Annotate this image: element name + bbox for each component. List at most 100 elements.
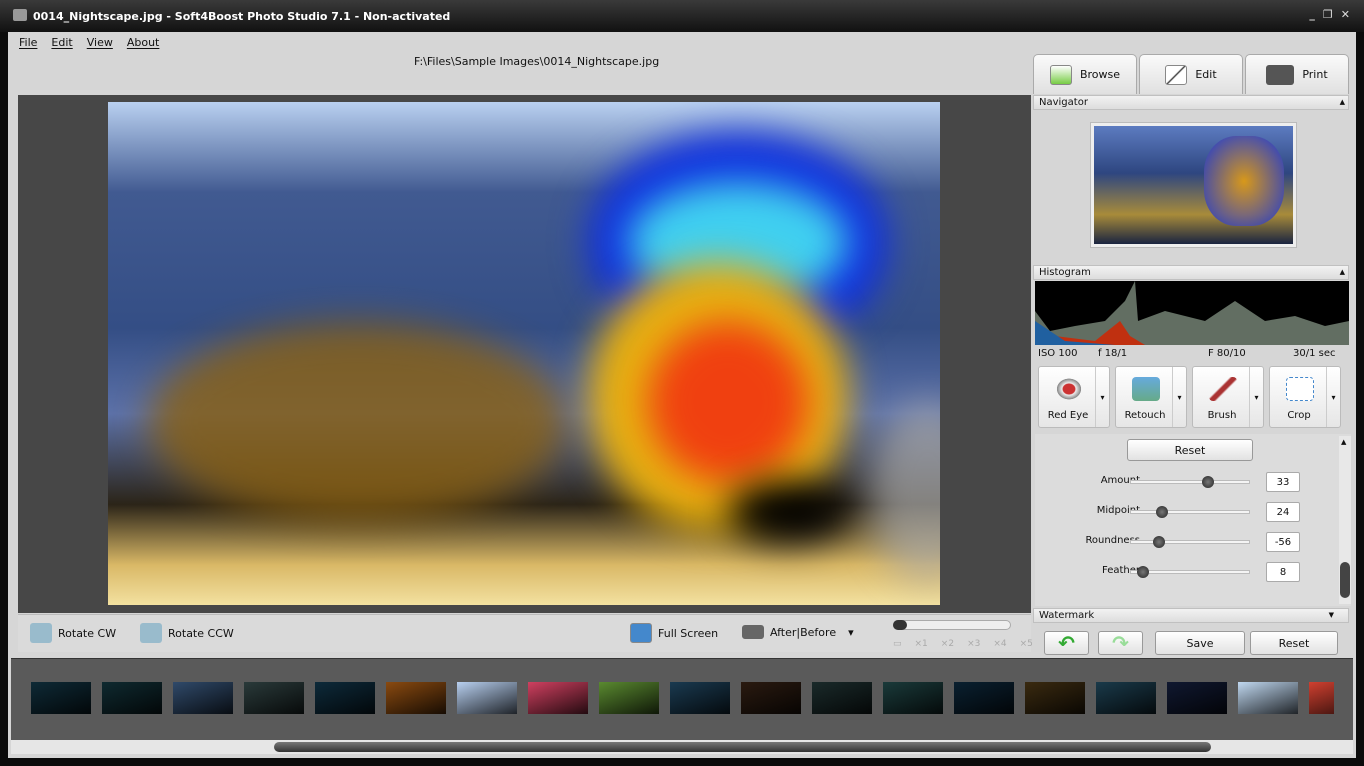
after-before-dropdown-icon[interactable]: ▾ — [848, 626, 854, 639]
undo-button[interactable]: ↶ — [1044, 631, 1089, 655]
tab-print[interactable]: Print — [1245, 54, 1349, 94]
zoom-slider-thumb[interactable] — [893, 620, 907, 630]
full-screen-icon — [630, 623, 652, 643]
rotate-cw-button[interactable]: Rotate CW — [30, 623, 116, 643]
filmstrip-thumbnail[interactable] — [883, 682, 943, 714]
image-viewer[interactable] — [18, 95, 1031, 613]
close-button[interactable]: ✕ — [1341, 8, 1350, 21]
filmstrip-thumbnail[interactable] — [1167, 682, 1227, 714]
brush-icon — [1209, 377, 1237, 401]
histogram-header[interactable]: Histogram ▲ — [1033, 265, 1349, 280]
menu-view[interactable]: View — [87, 36, 113, 49]
filmstrip-thumbnail[interactable] — [741, 682, 801, 714]
filmstrip-thumbnail[interactable] — [1238, 682, 1298, 714]
scrollbar-thumb[interactable] — [274, 742, 1211, 752]
filmstrip-thumbnail[interactable] — [670, 682, 730, 714]
filmstrip-thumbnail[interactable] — [173, 682, 233, 714]
tab-label: Print — [1302, 68, 1328, 81]
tool-settings: Reset Amount 33 Midpoint 24 Roundness -56 F… — [1035, 434, 1351, 606]
exif-aperture: f 18/1 — [1098, 348, 1128, 359]
reset-button[interactable]: Reset — [1250, 631, 1338, 655]
photo-canvas[interactable] — [108, 102, 940, 605]
tab-edit[interactable]: Edit — [1139, 54, 1243, 94]
midpoint-value-field[interactable]: 24 — [1266, 502, 1300, 522]
filmstrip-thumbnail[interactable] — [31, 682, 91, 714]
exif-iso: ISO 100 — [1038, 348, 1078, 359]
menu-bar: File Edit View About — [19, 36, 159, 49]
zoom-fit[interactable]: ▭ — [893, 639, 902, 649]
tab-browse[interactable]: Browse — [1033, 54, 1137, 94]
zoom-x1[interactable]: ×1 — [915, 639, 928, 649]
maximize-button[interactable]: ❐ — [1323, 8, 1333, 21]
feather-slider[interactable] — [1130, 566, 1250, 578]
crop-tool[interactable]: Crop ▾ — [1269, 366, 1341, 428]
retouch-tool[interactable]: Retouch ▾ — [1115, 366, 1187, 428]
app-icon — [13, 9, 27, 21]
tool-label: Retouch — [1124, 410, 1166, 421]
collapse-icon[interactable]: ▲ — [1340, 266, 1345, 279]
slider-thumb[interactable] — [1201, 476, 1214, 488]
menu-file[interactable]: File — [19, 36, 37, 49]
expand-icon[interactable]: ▼ — [1329, 609, 1334, 622]
collapse-icon[interactable]: ▲ — [1340, 96, 1345, 109]
feather-value-field[interactable]: 8 — [1266, 562, 1300, 582]
amount-slider[interactable] — [1130, 476, 1250, 488]
filmstrip-thumbnail[interactable] — [1025, 682, 1085, 714]
slider-thumb[interactable] — [1153, 536, 1166, 548]
image-toolbar: Rotate CW Rotate CCW Full Screen After|B… — [18, 614, 1033, 652]
menu-edit[interactable]: Edit — [51, 36, 72, 49]
zoom-x3[interactable]: ×3 — [967, 639, 980, 649]
save-button[interactable]: Save — [1155, 631, 1245, 655]
pen-icon — [1165, 64, 1188, 85]
midpoint-slider[interactable] — [1130, 506, 1250, 518]
tool-label: Brush — [1207, 410, 1237, 421]
roundness-value-field[interactable]: -56 — [1266, 532, 1300, 552]
filmstrip-thumbnail[interactable] — [386, 682, 446, 714]
filmstrip-thumbnail[interactable] — [102, 682, 162, 714]
watermark-header[interactable]: Watermark ▼ — [1033, 608, 1349, 623]
red-eye-icon — [1055, 377, 1083, 401]
rotate-ccw-button[interactable]: Rotate CCW — [140, 623, 234, 643]
zoom-x2[interactable]: ×2 — [941, 639, 954, 649]
menu-about[interactable]: About — [127, 36, 160, 49]
navigator-header[interactable]: Navigator ▲ — [1033, 95, 1349, 110]
navigator-preview[interactable] — [1090, 122, 1297, 248]
zoom-x5[interactable]: ×5 — [1020, 639, 1033, 649]
settings-scrollbar[interactable]: ▲ — [1339, 436, 1351, 604]
rotate-cw-label: Rotate CW — [58, 626, 117, 640]
filmstrip-thumbnail[interactable] — [1309, 682, 1334, 714]
settings-reset-button[interactable]: Reset — [1127, 439, 1253, 461]
tool-buttons: Red Eye ▾ Retouch ▾ Brush ▾ Crop ▾ — [1038, 366, 1341, 428]
slider-thumb[interactable] — [1136, 566, 1149, 578]
full-screen-button[interactable]: Full Screen — [630, 623, 718, 643]
zoom-x4[interactable]: ×4 — [993, 639, 1006, 649]
histogram-title: Histogram — [1039, 267, 1091, 278]
right-panel: Browse Edit Print Navigator ▲ Histogram ▲ … — [1033, 52, 1355, 655]
filmstrip-thumbnail[interactable] — [812, 682, 872, 714]
after-before-button[interactable]: After|Before ▾ — [742, 625, 854, 639]
red-eye-tool[interactable]: Red Eye ▾ — [1038, 366, 1110, 428]
filmstrip-scrollbar[interactable] — [11, 740, 1353, 754]
filmstrip-thumbnail[interactable] — [244, 682, 304, 714]
slider-thumb[interactable] — [1155, 506, 1168, 518]
brush-tool[interactable]: Brush ▾ — [1192, 366, 1264, 428]
dropdown-icon[interactable]: ▾ — [1172, 367, 1186, 427]
filmstrip-thumbnail[interactable] — [954, 682, 1014, 714]
reset-label: Reset — [1174, 443, 1206, 457]
dropdown-icon[interactable]: ▾ — [1095, 367, 1109, 427]
filmstrip-thumbnail[interactable] — [457, 682, 517, 714]
filmstrip-thumbnail[interactable] — [1096, 682, 1156, 714]
scrollbar-thumb[interactable] — [1340, 562, 1350, 598]
histogram-graph — [1035, 281, 1349, 345]
amount-value-field[interactable]: 33 — [1266, 472, 1300, 492]
redo-button[interactable]: ↷ — [1098, 631, 1143, 655]
filmstrip-thumbnail[interactable] — [315, 682, 375, 714]
dropdown-icon[interactable]: ▾ — [1249, 367, 1263, 427]
filmstrip-thumbnail[interactable] — [528, 682, 588, 714]
minimize-button[interactable]: _ — [1309, 8, 1315, 21]
zoom-labels: ▭ ×1 ×2 ×3 ×4 ×5 — [893, 639, 1033, 649]
roundness-slider[interactable] — [1130, 536, 1250, 548]
filmstrip-thumbnail[interactable] — [599, 682, 659, 714]
dropdown-icon[interactable]: ▾ — [1326, 367, 1340, 427]
zoom-slider[interactable] — [893, 620, 1011, 630]
